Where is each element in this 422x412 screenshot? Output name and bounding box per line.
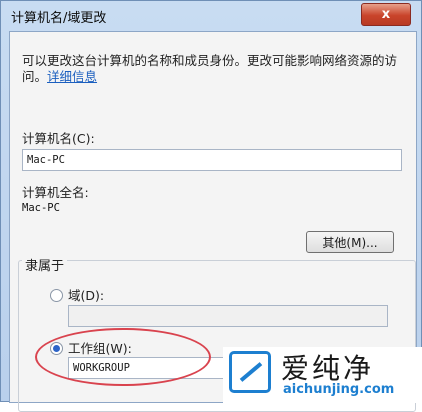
other-button[interactable]: 其他(M)...	[306, 231, 394, 253]
full-name-value: Mac-PC	[22, 202, 60, 214]
window-title: 计算机名/域更改	[11, 11, 107, 26]
computer-name-label: 计算机名(C):	[22, 131, 95, 146]
domain-radio[interactable]	[50, 289, 63, 302]
membership-legend: 隶属于	[22, 255, 68, 274]
watermark-brand: 爱纯净	[281, 352, 375, 385]
brand-logo-icon	[229, 351, 271, 393]
close-icon: x	[381, 7, 391, 22]
intro-text: 可以更改这台计算机的名称和成员身份。更改可能影响网络资源的访问。详细信息	[22, 53, 407, 85]
close-button[interactable]: x	[361, 3, 411, 26]
domain-label: 域(D):	[68, 288, 105, 303]
computer-name-input[interactable]: Mac-PC	[22, 149, 402, 171]
title-bar: 计算机名/域更改 x	[1, 1, 421, 31]
watermark-url: aichunjing.com	[283, 382, 395, 397]
watermark: 爱纯净 aichunjing.com	[223, 347, 422, 403]
details-link[interactable]: 详细信息	[47, 69, 97, 84]
full-name-label: 计算机全名:	[22, 185, 89, 200]
dialog-window: 计算机名/域更改 x 可以更改这台计算机的名称和成员身份。更改可能影响网络资源的…	[0, 0, 422, 412]
domain-input[interactable]	[68, 305, 388, 327]
highlight-annotation	[35, 328, 211, 386]
